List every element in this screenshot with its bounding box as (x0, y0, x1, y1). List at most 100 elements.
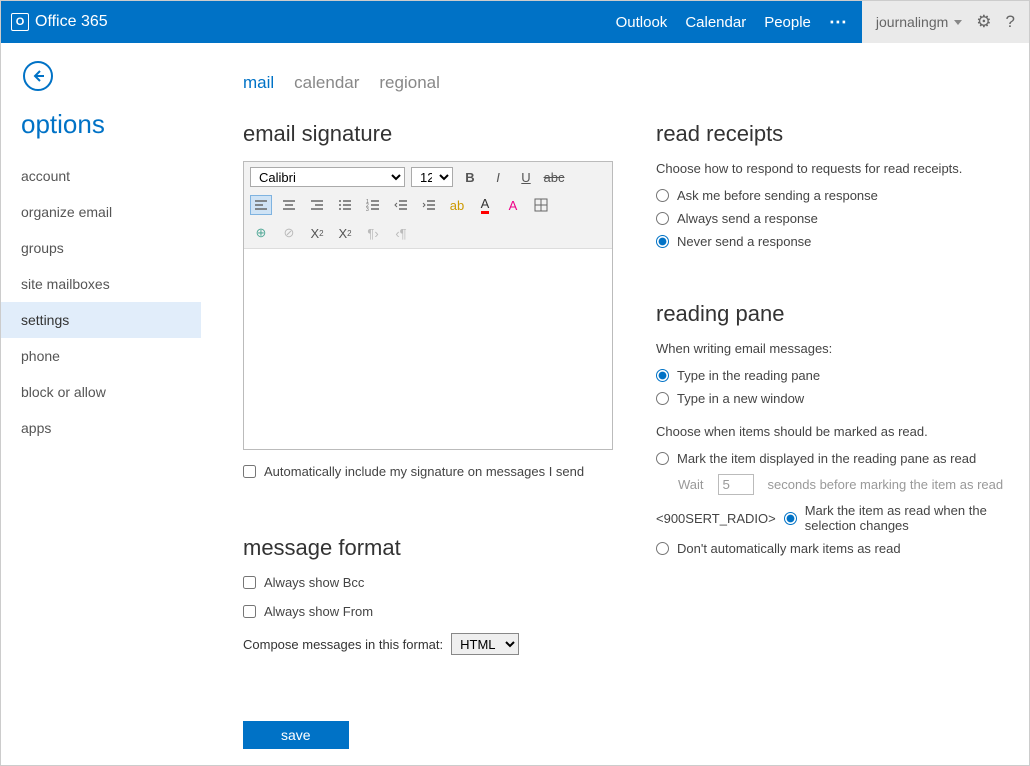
wait-seconds-row: Wait seconds before marking the item as … (678, 474, 1021, 495)
nav-more-icon[interactable]: ⋯ (829, 12, 848, 33)
writing-desc: When writing email messages: (656, 341, 1021, 356)
receipts-always-radio[interactable] (656, 212, 669, 225)
nav-people[interactable]: People (764, 14, 811, 31)
receipts-ask-label: Ask me before sending a response (677, 188, 878, 203)
font-color-icon[interactable]: A (474, 195, 496, 215)
align-left-icon[interactable] (250, 195, 272, 215)
bullet-list-icon[interactable] (334, 195, 356, 215)
brand[interactable]: O Office 365 (11, 13, 108, 31)
clear-format-icon[interactable]: A (502, 195, 524, 215)
type-new-window-label: Type in a new window (677, 391, 804, 406)
wait-seconds-input[interactable] (718, 474, 754, 495)
font-size-select[interactable]: 12 (411, 167, 453, 187)
auto-include-signature-label: Automatically include my signature on me… (264, 464, 584, 479)
sidebar-item-settings[interactable]: settings (1, 302, 201, 338)
options-heading: options (21, 109, 201, 140)
read-receipts-desc: Choose how to respond to requests for re… (656, 161, 1021, 176)
mark-never-radio[interactable] (656, 542, 669, 555)
auto-include-signature-checkbox[interactable] (243, 465, 256, 478)
receipts-always-label: Always send a response (677, 211, 818, 226)
tab-mail[interactable]: mail (243, 73, 274, 93)
show-bcc-checkbox[interactable] (243, 576, 256, 589)
receipts-never-radio[interactable] (656, 235, 669, 248)
align-right-icon[interactable] (306, 195, 328, 215)
editor-toolbar: Calibri 12 B I U abc (244, 162, 612, 249)
link-icon[interactable]: ⊕ (250, 223, 272, 243)
signature-editor: Calibri 12 B I U abc (243, 161, 613, 450)
type-in-pane-row[interactable]: Type in the reading pane (656, 368, 1021, 383)
sidebar-item-phone[interactable]: phone (1, 338, 201, 374)
mark-read-desc: Choose when items should be marked as re… (656, 424, 1021, 439)
number-list-icon[interactable]: 123 (362, 195, 384, 215)
auto-include-signature-row[interactable]: Automatically include my signature on me… (243, 464, 608, 479)
insert-table-icon[interactable] (530, 195, 552, 215)
type-new-window-row[interactable]: Type in a new window (656, 391, 1021, 406)
mark-displayed-label: Mark the item displayed in the reading p… (677, 451, 976, 466)
tabs: mail calendar regional (243, 73, 1021, 93)
italic-icon[interactable]: I (487, 167, 509, 187)
align-center-icon[interactable] (278, 195, 300, 215)
top-nav: Outlook Calendar People ⋯ (616, 12, 848, 33)
compose-format-label: Compose messages in this format: (243, 637, 443, 652)
back-button[interactable] (23, 61, 53, 91)
show-from-label: Always show From (264, 604, 373, 619)
mark-never-row[interactable]: Don't automatically mark items as read (656, 541, 1021, 556)
strikethrough-icon[interactable]: abc (543, 167, 565, 187)
mark-selection-row[interactable]: <900SERT_RADIO> Mark the item as read wh… (656, 503, 1021, 533)
nav-calendar[interactable]: Calendar (685, 14, 746, 31)
signature-textarea[interactable] (244, 249, 612, 449)
type-in-pane-label: Type in the reading pane (677, 368, 820, 383)
mark-displayed-row[interactable]: Mark the item displayed in the reading p… (656, 451, 1021, 466)
top-bar: O Office 365 Outlook Calendar People ⋯ j… (1, 1, 1029, 43)
bold-icon[interactable]: B (459, 167, 481, 187)
highlight-icon[interactable]: ab (446, 195, 468, 215)
wait-prefix: Wait (678, 477, 704, 492)
tab-calendar[interactable]: calendar (294, 73, 359, 93)
user-bar: journalingm ⚙ ? (862, 1, 1029, 43)
user-menu[interactable]: journalingm (876, 14, 962, 30)
rtl-icon[interactable]: ‹¶ (390, 223, 412, 243)
sidebar-item-apps[interactable]: apps (1, 410, 201, 446)
sidebar-item-site-mailboxes[interactable]: site mailboxes (1, 266, 201, 302)
save-button[interactable]: save (243, 721, 349, 749)
wait-suffix: seconds before marking the item as read (768, 477, 1004, 492)
receipts-ask-radio[interactable] (656, 189, 669, 202)
user-name: journalingm (876, 14, 948, 30)
subscript-icon[interactable]: X2 (334, 223, 356, 243)
receipts-ask-row[interactable]: Ask me before sending a response (656, 188, 1021, 203)
settings-gear-icon[interactable]: ⚙ (976, 12, 991, 32)
sidebar-item-organize-email[interactable]: organize email (1, 194, 201, 230)
mark-selection-radio[interactable] (784, 512, 797, 525)
outdent-icon[interactable] (390, 195, 412, 215)
unlink-icon[interactable]: ⊘ (278, 223, 300, 243)
show-bcc-label: Always show Bcc (264, 575, 364, 590)
mark-displayed-radio[interactable] (656, 452, 669, 465)
tab-regional[interactable]: regional (379, 73, 440, 93)
nav-outlook[interactable]: Outlook (616, 14, 668, 31)
svg-text:3: 3 (366, 207, 369, 212)
mark-never-label: Don't automatically mark items as read (677, 541, 901, 556)
underline-icon[interactable]: U (515, 167, 537, 187)
office-logo-icon: O (11, 13, 29, 31)
caret-down-icon (954, 20, 962, 25)
receipts-never-row[interactable]: Never send a response (656, 234, 1021, 249)
show-from-checkbox[interactable] (243, 605, 256, 618)
sidebar: options account organize email groups si… (1, 43, 201, 765)
superscript-icon[interactable]: X2 (306, 223, 328, 243)
compose-format-select[interactable]: HTML (451, 633, 519, 655)
ltr-icon[interactable]: ¶› (362, 223, 384, 243)
receipts-always-row[interactable]: Always send a response (656, 211, 1021, 226)
sidebar-item-account[interactable]: account (1, 158, 201, 194)
read-receipts-heading: read receipts (656, 121, 1021, 147)
font-select[interactable]: Calibri (250, 167, 405, 187)
help-icon[interactable]: ? (1006, 12, 1015, 32)
sidebar-item-block-or-allow[interactable]: block or allow (1, 374, 201, 410)
type-new-window-radio[interactable] (656, 392, 669, 405)
type-in-pane-radio[interactable] (656, 369, 669, 382)
sidebar-item-groups[interactable]: groups (1, 230, 201, 266)
brand-text: Office 365 (35, 13, 108, 31)
indent-icon[interactable] (418, 195, 440, 215)
show-bcc-row[interactable]: Always show Bcc (243, 575, 608, 590)
email-signature-heading: email signature (243, 121, 608, 147)
show-from-row[interactable]: Always show From (243, 604, 608, 619)
